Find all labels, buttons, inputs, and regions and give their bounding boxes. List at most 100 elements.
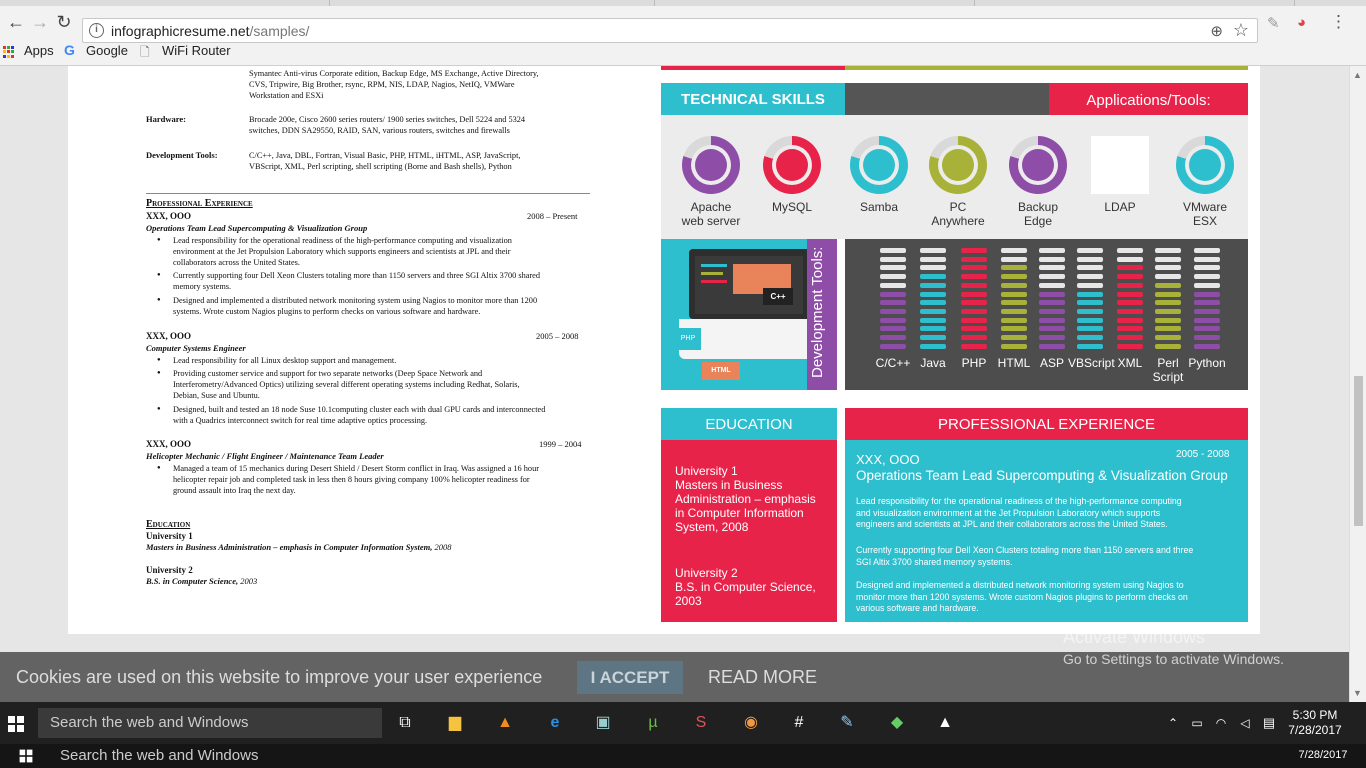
edge-icon[interactable]: e xyxy=(544,712,566,734)
skill-segment xyxy=(1001,282,1027,288)
tab[interactable] xyxy=(0,0,330,6)
slack-icon[interactable]: # xyxy=(788,712,810,734)
job-dates: 1999 – 2004 xyxy=(539,439,582,449)
skill-segment xyxy=(1117,317,1143,323)
education-entry-1: University 1 Masters in Business Administr… xyxy=(675,464,816,534)
utorrent-icon[interactable]: µ xyxy=(642,712,664,734)
education-title: EDUCATION xyxy=(705,416,793,433)
extension-icon[interactable]: ◕ xyxy=(1297,14,1306,31)
skill-segment xyxy=(1039,256,1065,262)
taskbar-clock[interactable]: 5:30 PM 7/28/2017 xyxy=(1282,708,1348,738)
file-explorer-icon[interactable]: ▆ xyxy=(444,712,466,734)
skill-segment xyxy=(880,291,906,297)
skill-segment xyxy=(961,326,987,332)
skill-segment xyxy=(1077,274,1103,280)
skill-segment xyxy=(880,326,906,332)
skill-segment xyxy=(961,308,987,314)
donut-center xyxy=(863,149,895,181)
skill-segment xyxy=(961,282,987,288)
skill-segment xyxy=(1001,291,1027,297)
donut-center xyxy=(1022,149,1054,181)
sample-sheet: Symantec Anti-virus Corporate edition, B… xyxy=(68,66,1260,634)
taskbar: Search the web and Windows ⧉ ▆ ▲ e ▣ µ S… xyxy=(0,702,1366,768)
taskbar-search[interactable]: Search the web and Windows xyxy=(38,708,382,738)
skill-segment xyxy=(1077,335,1103,340)
tab[interactable] xyxy=(330,0,655,6)
paint-icon[interactable]: ✎ xyxy=(836,712,858,734)
skill-segment xyxy=(1001,274,1027,280)
skill-segment xyxy=(1077,308,1103,314)
skill-segment xyxy=(1001,300,1027,306)
back-icon[interactable]: ← xyxy=(6,12,26,32)
skill-segment xyxy=(1155,326,1181,332)
skill-segment xyxy=(1117,308,1143,314)
wifi-icon[interactable]: ◠ xyxy=(1210,712,1232,734)
skill-segment xyxy=(920,274,946,280)
skill-segment xyxy=(1194,248,1220,253)
bookmarks-bar: Apps G Google 🗋 WiFi Router xyxy=(0,40,1366,62)
chrome-icon[interactable]: ◉ xyxy=(740,712,762,734)
windows-start-icon[interactable] xyxy=(19,749,33,763)
tab[interactable] xyxy=(655,0,975,6)
bookmark-star-icon[interactable]: ☆ xyxy=(1233,20,1249,41)
experience-heading: Professional Experience xyxy=(146,198,253,209)
skill-segment xyxy=(880,335,906,340)
app-donut xyxy=(763,136,821,194)
menu-icon[interactable]: ⋮ xyxy=(1330,12,1347,32)
skill-segment xyxy=(880,265,906,271)
git-icon[interactable]: ◆ xyxy=(886,712,908,734)
windows-start-icon[interactable] xyxy=(8,716,24,732)
app-label: VMware ESX xyxy=(1182,200,1227,228)
sublime-icon[interactable]: S xyxy=(690,712,712,734)
skill-segment xyxy=(1117,282,1143,288)
extension-icon[interactable]: ✎ xyxy=(1267,14,1280,32)
cpp-badge: C++ xyxy=(763,288,793,305)
tab-strip[interactable] xyxy=(0,0,1366,6)
divider xyxy=(146,193,590,194)
html-badge: HTML xyxy=(702,362,740,380)
skill-segment xyxy=(920,291,946,297)
volume-icon[interactable]: ◁ xyxy=(1234,712,1256,734)
show-hidden-icons[interactable]: ⌃ xyxy=(1162,712,1184,734)
notifications-icon[interactable]: ▤ xyxy=(1258,712,1280,734)
scroll-down-icon[interactable]: ▼ xyxy=(1353,688,1362,698)
site-info-icon[interactable]: i xyxy=(89,23,104,38)
page-scrollbar[interactable]: ▲ ▼ xyxy=(1349,66,1366,702)
skill-segment xyxy=(1001,317,1027,323)
job-bullet: Currently supporting four Dell Xeon Clus… xyxy=(146,270,540,292)
scroll-thumb[interactable] xyxy=(1354,376,1363,526)
skill-segment xyxy=(1001,343,1027,349)
skill-segment xyxy=(961,343,987,349)
task-view-icon[interactable]: ⧉ xyxy=(394,712,416,734)
scroll-up-icon[interactable]: ▲ xyxy=(1353,70,1362,80)
reload-icon[interactable]: ↻ xyxy=(54,12,74,32)
skill-segment xyxy=(1001,308,1027,314)
skill-segment xyxy=(1077,248,1103,253)
accept-cookies-button[interactable]: I ACCEPT xyxy=(577,661,683,694)
skill-segment xyxy=(961,248,987,253)
language-label: Python xyxy=(1188,356,1226,370)
job-dates: 2005 – 2008 xyxy=(536,331,579,341)
tab[interactable] xyxy=(975,0,1295,6)
skill-segment xyxy=(1039,274,1065,280)
taskbar-date: 7/28/2017 xyxy=(1298,749,1348,761)
skill-segment xyxy=(1077,326,1103,332)
taskbar-search[interactable]: Search the web and Windows xyxy=(48,744,388,768)
photos-icon[interactable]: ▲ xyxy=(934,712,956,734)
skill-segment xyxy=(1039,326,1065,332)
vlc-icon[interactable]: ▲ xyxy=(494,712,516,734)
app-label: Backup Edge xyxy=(1017,200,1059,228)
network-app-icon[interactable]: ▣ xyxy=(592,712,614,734)
zoom-icon[interactable]: ⊕ xyxy=(1210,22,1223,40)
forward-icon[interactable]: → xyxy=(30,12,50,32)
language-label: C/C++ xyxy=(875,356,911,370)
bookmark-label: Google xyxy=(86,43,128,58)
skill-segment xyxy=(920,308,946,314)
prof-para: Lead responsibility for the operational … xyxy=(856,496,1182,529)
read-more-link[interactable]: READ MORE xyxy=(708,667,817,688)
school-degree: B.S. in Computer Science, 2003 xyxy=(146,576,258,586)
skill-segment xyxy=(961,335,987,340)
browser-chrome: ← → ↻ i infographicresume.net/samples/ ⊕… xyxy=(0,0,1366,66)
skill-segment xyxy=(1001,248,1027,253)
battery-icon[interactable]: ▭ xyxy=(1186,712,1208,734)
